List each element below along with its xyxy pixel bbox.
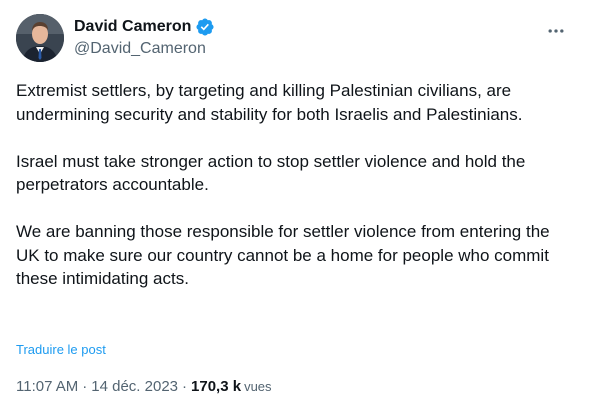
separator: · — [82, 378, 88, 395]
separator: · — [182, 378, 188, 395]
post-time[interactable]: 11:07 AM — [16, 378, 78, 395]
views-count: 170,3 k — [191, 378, 242, 395]
author-names: David Cameron @David_Cameron — [74, 17, 215, 59]
tweet-paragraph: We are banning those responsible for set… — [16, 222, 550, 288]
tweet-paragraph: Israel must take stronger action to stop… — [16, 151, 526, 195]
more-options-button[interactable] — [539, 14, 573, 48]
tweet-header: David Cameron @David_Cameron — [16, 14, 573, 62]
avatar-image — [16, 14, 64, 62]
display-name[interactable]: David Cameron — [74, 18, 191, 36]
post-date[interactable]: 14 déc. 2023 — [91, 378, 178, 395]
author-handle[interactable]: @David_Cameron — [74, 39, 215, 59]
tweet-metadata: 11:07 AM · 14 déc. 2023 · 170,3 k vues — [16, 377, 272, 397]
views-label: vues — [244, 379, 272, 394]
tweet-paragraph: Extremist settlers, by targeting and kil… — [16, 81, 523, 124]
translate-post-link[interactable]: Traduire le post — [16, 342, 106, 357]
verified-badge-icon[interactable] — [195, 17, 215, 37]
tweet: David Cameron @David_Cameron Extremist s… — [0, 0, 589, 410]
tweet-text: Extremist settlers, by targeting and kil… — [16, 79, 576, 291]
avatar[interactable] — [16, 14, 64, 62]
more-options-icon — [548, 29, 564, 33]
display-name-row: David Cameron — [74, 17, 215, 37]
